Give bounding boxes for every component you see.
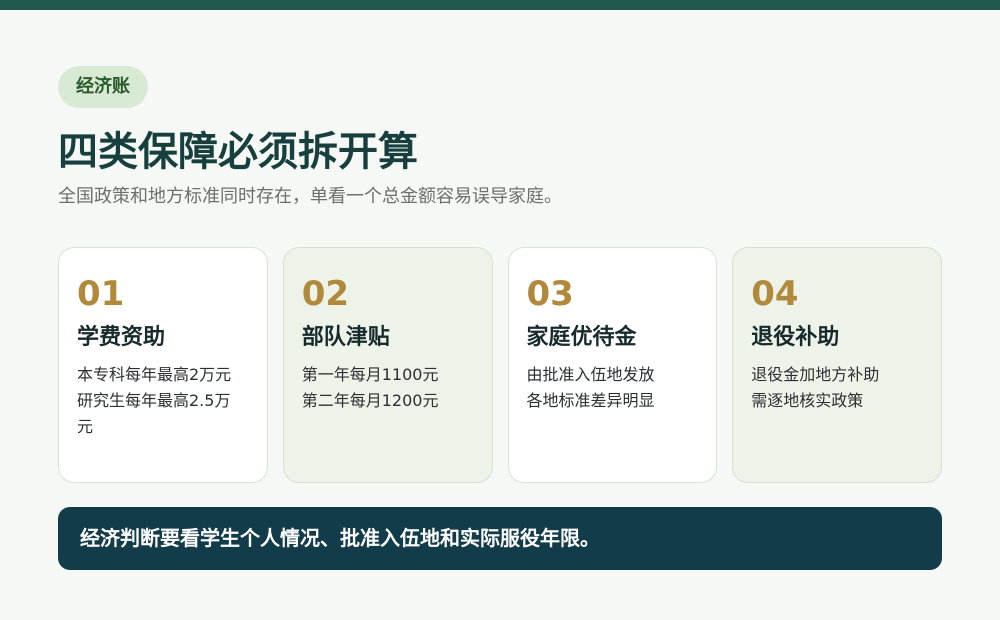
card-title: 退役补助	[751, 325, 840, 350]
card-title: 部队津贴	[301, 325, 390, 350]
card-lines: 退役金加地方补助 需逐地核实政策	[751, 362, 923, 414]
content: 经济账 四类保障必须拆开算 全国政策和地方标准同时存在，单看一个总金额容易误导家…	[58, 66, 942, 570]
summary-banner: 经济判断要看学生个人情况、批准入伍地和实际服役年限。	[58, 507, 942, 570]
card-line: 第一年每月1100元	[301, 365, 439, 384]
card-line: 元	[77, 417, 94, 436]
card-line: 本专科每年最高2万元	[77, 365, 232, 384]
card-title: 家庭优待金	[526, 325, 637, 350]
card-line: 各地标准差异明显	[526, 391, 655, 410]
card-title: 学费资助	[77, 325, 166, 350]
page-title: 四类保障必须拆开算	[58, 129, 418, 175]
category-pill: 经济账	[58, 66, 148, 108]
card-lines: 本专科每年最高2万元 研究生每年最高2.5万 元	[77, 362, 249, 440]
card-line: 由批准入伍地发放	[526, 365, 655, 384]
card-number: 04	[751, 274, 799, 314]
cards-row: 01 学费资助 本专科每年最高2万元 研究生每年最高2.5万 元 02 部队津贴…	[58, 247, 942, 483]
card-family-benefit: 03 家庭优待金 由批准入伍地发放 各地标准差异明显	[507, 247, 718, 483]
card-number: 02	[301, 274, 350, 314]
card-lines: 第一年每月1100元 第二年每月1200元	[302, 362, 474, 414]
page-subtitle: 全国政策和地方标准同时存在，单看一个总金额容易误导家庭。	[58, 186, 562, 207]
card-number: 01	[77, 274, 125, 314]
top-accent-bar	[0, 0, 1000, 10]
card-tuition: 01 学费资助 本专科每年最高2万元 研究生每年最高2.5万 元	[58, 247, 268, 483]
card-line: 第二年每月1200元	[301, 391, 439, 410]
card-line: 退役金加地方补助	[751, 365, 880, 384]
card-line: 需逐地核实政策	[751, 391, 864, 410]
card-number: 03	[526, 274, 574, 314]
card-allowance: 02 部队津贴 第一年每月1100元 第二年每月1200元	[282, 247, 493, 483]
card-line: 研究生每年最高2.5万	[77, 391, 231, 410]
card-lines: 由批准入伍地发放 各地标准差异明显	[527, 362, 699, 414]
card-retirement-subsidy: 04 退役补助 退役金加地方补助 需逐地核实政策	[732, 247, 942, 483]
